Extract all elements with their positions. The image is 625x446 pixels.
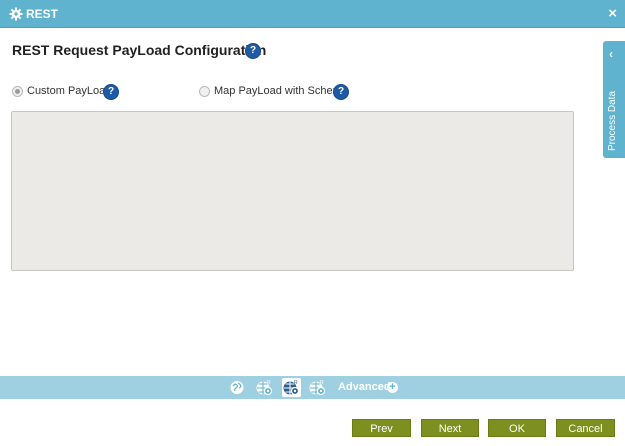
page-title: REST Request PayLoad Configuration — [12, 42, 267, 58]
globe-settings-icon[interactable]: R — [255, 378, 274, 397]
svg-text:R: R — [294, 380, 298, 386]
custom-payload-textarea[interactable] — [11, 111, 574, 271]
custom-payload-help-icon[interactable]: ? — [103, 84, 119, 100]
map-payload-radio[interactable] — [199, 86, 210, 97]
custom-payload-label: Custom PayLoad — [27, 85, 112, 97]
map-payload-label: Map PayLoad with Schema — [214, 85, 348, 97]
svg-text:R: R — [320, 380, 324, 386]
globe-icon[interactable] — [228, 378, 247, 397]
prev-button[interactable]: Prev — [352, 419, 411, 437]
step-navigation-strip: R R R Advanced + — [0, 376, 625, 399]
gear-icon — [9, 7, 23, 21]
process-data-label: Process Data — [607, 90, 618, 151]
custom-payload-radio[interactable] — [12, 86, 23, 97]
globe-response-icon[interactable]: R — [308, 378, 327, 397]
advanced-plus-icon[interactable]: + — [387, 382, 398, 393]
close-icon[interactable]: × — [608, 5, 617, 22]
option-custom-payload[interactable]: Custom PayLoad — [12, 84, 162, 98]
next-button[interactable]: Next — [421, 419, 479, 437]
ok-button[interactable]: OK — [488, 419, 546, 437]
svg-text:R: R — [267, 380, 271, 386]
help-icon[interactable]: ? — [245, 43, 261, 59]
window-title-bar: REST × — [0, 0, 625, 28]
globe-payload-icon[interactable]: R — [282, 378, 301, 397]
cancel-button[interactable]: Cancel — [556, 419, 615, 437]
window-title: REST — [26, 7, 59, 21]
advanced-link[interactable]: Advanced — [338, 381, 391, 393]
map-payload-help-icon[interactable]: ? — [333, 84, 349, 100]
chevron-left-icon: ‹ — [609, 47, 613, 61]
process-data-panel-tab[interactable]: ‹ Process Data — [603, 41, 625, 158]
